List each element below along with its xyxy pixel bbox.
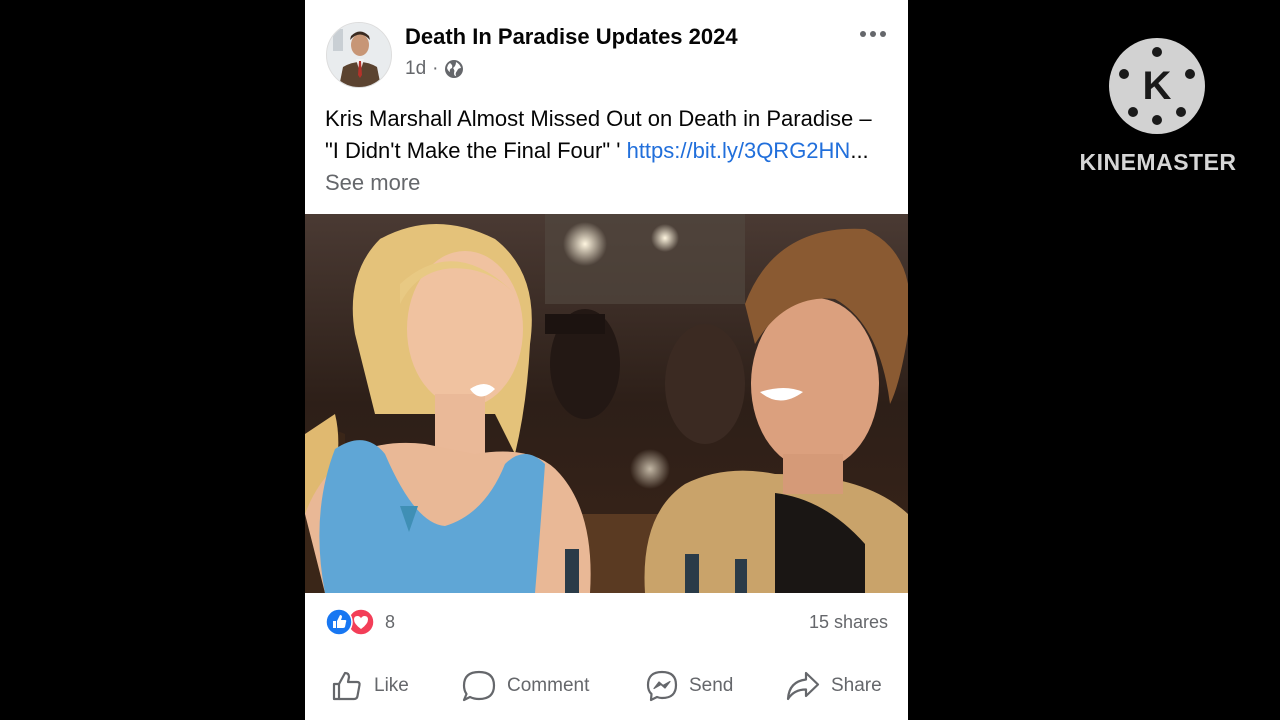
page-name[interactable]: Death In Paradise Updates 2024: [405, 24, 738, 50]
comment-icon: [461, 669, 497, 703]
like-label: Like: [374, 675, 409, 696]
like-button[interactable]: Like: [330, 666, 409, 706]
globe-icon: [444, 59, 464, 79]
more-options-icon[interactable]: [853, 22, 893, 46]
send-label: Send: [689, 675, 734, 696]
post-header: Death In Paradise Updates 2024 1d ·: [305, 0, 908, 100]
photo-scene: [305, 214, 908, 593]
watermark-text: KINEMASTER: [1079, 149, 1237, 175]
kinemaster-logo-icon: K: [1109, 38, 1205, 134]
avatar-portrait: [327, 23, 391, 87]
facebook-post: Death In Paradise Updates 2024 1d · Kris…: [305, 0, 908, 720]
caption-link[interactable]: https://bit.ly/3QRG2HN: [627, 138, 851, 163]
messenger-icon: [645, 669, 679, 703]
reactions-bar: 8 15 shares: [305, 598, 908, 646]
reaction-icons[interactable]: [325, 608, 375, 636]
post-caption: Kris Marshall Almost Missed Out on Death…: [325, 103, 885, 199]
reaction-count[interactable]: 8: [385, 612, 395, 633]
post-time[interactable]: 1d: [405, 58, 426, 80]
comment-label: Comment: [507, 675, 590, 696]
share-icon: [785, 669, 821, 703]
send-button[interactable]: Send: [645, 666, 733, 706]
see-more-link[interactable]: See more: [325, 170, 420, 195]
share-button[interactable]: Share: [785, 666, 882, 706]
logo-letter: K: [1143, 64, 1172, 108]
caption-ellipsis: ...: [850, 138, 869, 163]
kinemaster-watermark: K KINEMASTER: [1070, 36, 1246, 186]
like-icon: [325, 608, 353, 636]
post-meta: 1d ·: [405, 58, 464, 80]
comment-button[interactable]: Comment: [461, 666, 589, 706]
meta-separator: ·: [432, 58, 439, 79]
post-photo[interactable]: [305, 214, 908, 593]
shares-count[interactable]: 15 shares: [809, 612, 888, 633]
thumbs-up-icon: [330, 669, 364, 703]
action-bar: Like Comment Send Share: [305, 654, 908, 718]
share-label: Share: [831, 675, 882, 696]
page-avatar[interactable]: [326, 22, 392, 88]
